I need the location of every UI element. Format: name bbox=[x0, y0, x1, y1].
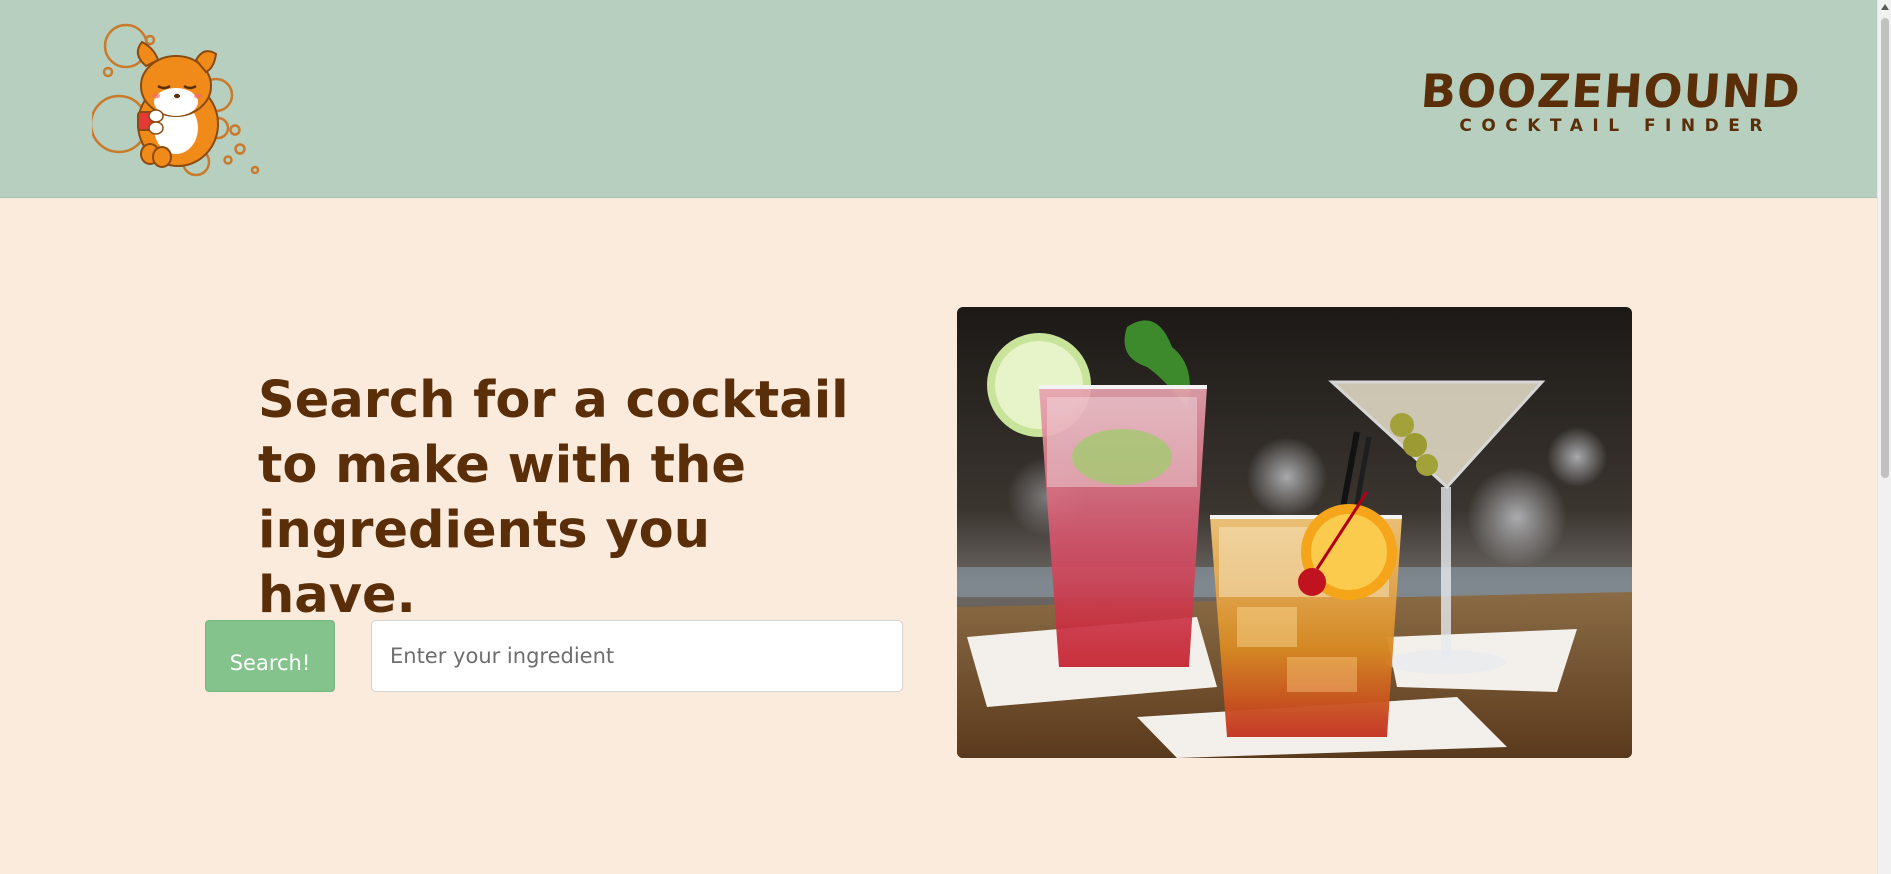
page-scrollbar[interactable] bbox=[1877, 0, 1891, 874]
brand-title: BOOZEHOUND bbox=[1419, 64, 1803, 118]
scroll-up-arrow-icon[interactable] bbox=[1881, 4, 1889, 10]
ingredient-search-input[interactable] bbox=[371, 620, 903, 692]
puppy-logo-icon[interactable] bbox=[89, 20, 262, 180]
brand-wordmark[interactable]: BOOZEHOUND COCKTAIL FINDER bbox=[1419, 64, 1803, 136]
page: BOOZEHOUND COCKTAIL FINDER Search for a … bbox=[0, 0, 1877, 874]
brand-subtitle: COCKTAIL FINDER bbox=[1459, 116, 1772, 136]
scrollbar-thumb[interactable] bbox=[1881, 18, 1889, 478]
cocktails-photo bbox=[957, 307, 1632, 758]
hero-headline: Search for a cocktail to make with the i… bbox=[258, 371, 849, 625]
search-button[interactable]: Search! bbox=[205, 620, 335, 692]
site-header: BOOZEHOUND COCKTAIL FINDER bbox=[0, 0, 1877, 198]
